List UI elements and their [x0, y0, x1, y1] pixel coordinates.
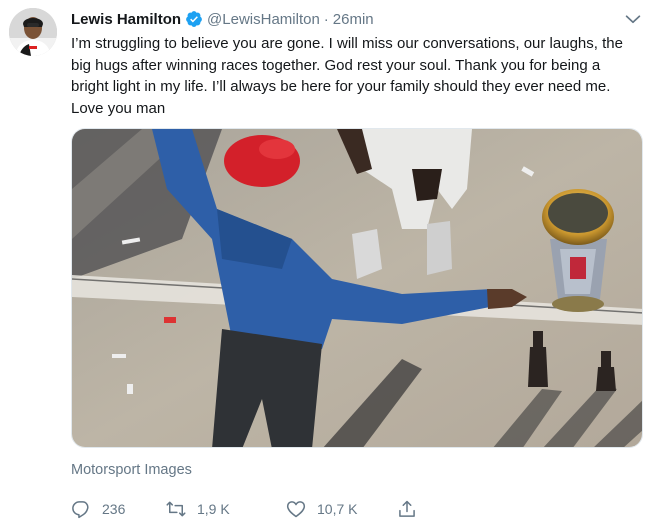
reply-icon	[72, 501, 89, 519]
tweet-header: Lewis Hamilton @LewisHamilton · 26min	[71, 9, 640, 29]
tweet-actions: 236 1,9 K 10,7 K	[71, 497, 631, 521]
heart-icon	[286, 501, 306, 518]
tweet-text: I’m struggling to believe you are gone. …	[71, 35, 623, 117]
author-name[interactable]: Lewis Hamilton	[71, 11, 181, 28]
like-count: 10,7 K	[317, 501, 358, 517]
reply-count: 236	[102, 501, 126, 517]
like-button[interactable]: 10,7 K	[286, 497, 357, 521]
reply-button[interactable]: 236	[71, 497, 125, 521]
verified-badge-icon	[185, 10, 203, 28]
author-avatar[interactable]	[9, 8, 57, 56]
media-credit: Motorsport Images	[71, 462, 192, 478]
share-icon	[399, 500, 415, 517]
retweet-button[interactable]: 1,9 K	[166, 497, 230, 521]
author-handle[interactable]: @LewisHamilton	[207, 11, 320, 28]
podium-photo	[72, 129, 642, 447]
retweet-icon	[166, 501, 186, 517]
chevron-down-icon[interactable]	[622, 8, 644, 30]
retweet-count: 1,9 K	[197, 501, 230, 517]
avatar-image	[9, 8, 57, 56]
tweet-timestamp[interactable]: 26min	[333, 11, 374, 28]
header-separator: ·	[323, 10, 329, 28]
share-button[interactable]	[397, 497, 428, 521]
tweet-card[interactable]: Lewis Hamilton @LewisHamilton · 26min I’…	[0, 0, 652, 530]
tweet-media-photo[interactable]	[71, 128, 643, 448]
